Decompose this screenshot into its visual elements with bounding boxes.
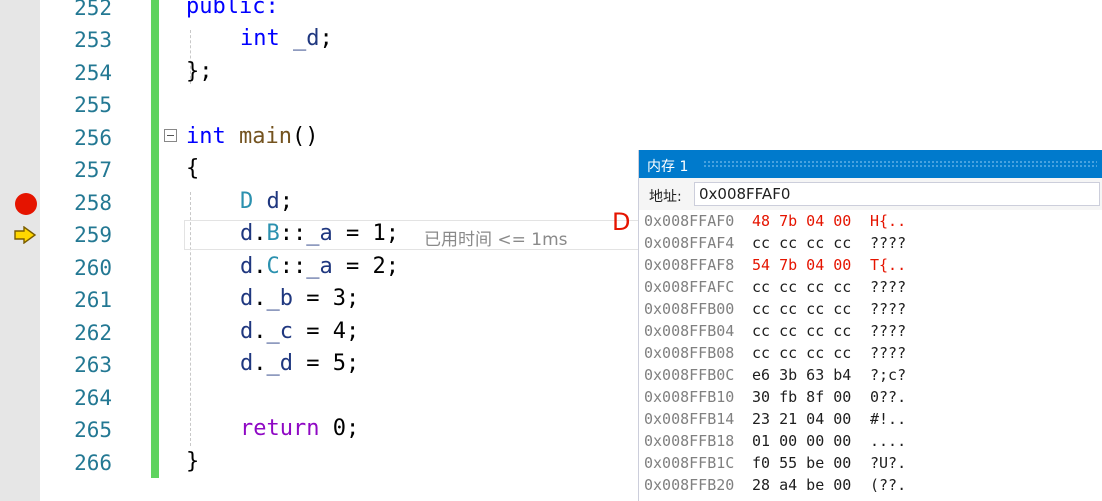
memory-chars: #!.. (870, 410, 907, 428)
line-number: 265 (74, 418, 112, 442)
memory-bytes[interactable]: cc cc cc cc (752, 322, 851, 340)
code-line: } (186, 449, 200, 474)
line-number: 263 (74, 353, 112, 377)
memory-row[interactable]: 0x008FFB0C e6 3b 63 b4 ?;c? (644, 366, 906, 388)
memory-row[interactable]: 0x008FFB18 01 00 00 00.... (644, 432, 906, 454)
memory-row[interactable]: 0x008FFB14 23 21 04 00 #!.. (644, 410, 906, 432)
line-number: 258 (74, 191, 112, 215)
current-statement-arrow-icon (14, 226, 37, 244)
address-input[interactable]: 0x008FFAF0 (694, 182, 1100, 206)
code-line: public: (186, 0, 279, 19)
memory-row[interactable]: 0x008FFAFC cc cc cc cc???? (644, 278, 906, 300)
memory-bytes[interactable]: 01 00 00 00 (752, 432, 851, 450)
collapse-toggle-icon[interactable] (164, 129, 177, 142)
change-tracking-bar (151, 0, 159, 478)
memory-address: 0x008FFB10 (644, 388, 735, 406)
breakpoint-icon[interactable] (15, 193, 37, 215)
memory-bytes[interactable]: cc cc cc cc (752, 344, 851, 362)
memory-bytes[interactable]: cc cc cc cc (752, 234, 851, 252)
memory-row[interactable]: 0x008FFB08 cc cc cc cc???? (644, 344, 906, 366)
memory-address: 0x008FFB04 (644, 322, 735, 340)
memory-row[interactable]: 0x008FFB04 cc cc cc cc???? (644, 322, 906, 344)
line-number: 262 (74, 321, 112, 345)
memory-bytes[interactable]: cc cc cc cc (752, 300, 851, 318)
memory-row[interactable]: 0x008FFB10 30 fb 8f 00 0??. (644, 388, 906, 410)
memory-chars: ???? (870, 278, 907, 296)
memory-chars: T{.. (870, 256, 907, 274)
memory-bytes[interactable]: 48 7b 04 00 (752, 212, 851, 230)
memory-row[interactable]: 0x008FFAF0 48 7b 04 00 H{.. (644, 212, 906, 234)
memory-bytes[interactable]: e6 3b 63 b4 (752, 366, 851, 384)
memory-bytes[interactable]: cc cc cc cc (752, 278, 851, 296)
line-number: 254 (74, 61, 112, 85)
code-line: int _d; (240, 26, 333, 51)
text-cursor-marker: D (612, 208, 631, 236)
line-number: 255 (74, 93, 112, 117)
memory-row[interactable]: 0x008FFB1C f0 55 be 00 ?U?. (644, 454, 906, 476)
memory-chars: H{.. (870, 212, 907, 230)
line-number: 261 (74, 288, 112, 312)
line-number: 266 (74, 451, 112, 475)
memory-address: 0x008FFB20 (644, 476, 735, 494)
line-number: 264 (74, 386, 112, 410)
memory-chars: ???? (870, 344, 907, 362)
line-number: 253 (74, 28, 112, 52)
memory-bytes[interactable]: 28 a4 be 00 (752, 476, 851, 494)
line-number: 252 (74, 0, 112, 20)
line-number: 260 (74, 256, 112, 280)
memory-address: 0x008FFB0C (644, 366, 735, 384)
line-number: 259 (74, 223, 112, 247)
memory-window[interactable]: 内存 1 地址: 0x008FFAF0 0x008FFAF0 48 7b 04 0… (638, 150, 1102, 501)
memory-address: 0x008FFB18 (644, 432, 735, 450)
code-line: d._c = 4; (240, 319, 360, 344)
code-line: return 0; (240, 416, 360, 441)
memory-address: 0x008FFB00 (644, 300, 735, 318)
memory-chars: ???? (870, 234, 907, 252)
memory-chars: 0??. (870, 388, 907, 406)
memory-row[interactable]: 0x008FFAF8 54 7b 04 00 T{.. (644, 256, 906, 278)
memory-toolbar: 地址: 0x008FFAF0 (639, 178, 1102, 210)
memory-chars: ???? (870, 322, 907, 340)
elapsed-time-hint[interactable]: 已用时间 <= 1ms (424, 225, 568, 250)
memory-address: 0x008FFAF8 (644, 256, 735, 274)
code-line: }; (186, 59, 213, 84)
code-line: d._d = 5; (240, 351, 360, 376)
memory-address: 0x008FFB1C (644, 454, 735, 472)
memory-address: 0x008FFB14 (644, 410, 735, 428)
memory-window-titlebar[interactable]: 内存 1 (639, 150, 1102, 178)
memory-row[interactable]: 0x008FFB00 cc cc cc cc???? (644, 300, 906, 322)
address-label: 地址: (649, 189, 682, 205)
keyword: public: (186, 0, 279, 19)
memory-bytes[interactable]: f0 55 be 00 (752, 454, 851, 472)
memory-window-title: 内存 1 (647, 159, 689, 175)
code-line: int main() (186, 124, 319, 149)
memory-chars: ?;c? (870, 366, 907, 384)
memory-address: 0x008FFB08 (644, 344, 735, 362)
memory-bytes[interactable]: 23 21 04 00 (752, 410, 851, 428)
code-line: { (186, 156, 200, 181)
memory-row[interactable]: 0x008FFAF4 cc cc cc cc???? (644, 234, 906, 256)
glyph-margin[interactable] (0, 0, 40, 501)
titlebar-grip[interactable] (703, 160, 1097, 168)
code-line: d.C::_a = 2; (240, 254, 399, 279)
code-line: d.B::_a = 1; (240, 221, 399, 246)
code-line: d._b = 3; (240, 286, 360, 311)
memory-chars: .... (870, 432, 907, 450)
line-number: 257 (74, 158, 112, 182)
memory-address: 0x008FFAFC (644, 278, 735, 296)
memory-address: 0x008FFAF4 (644, 234, 735, 252)
memory-chars: (??. (870, 476, 907, 494)
memory-chars: ???? (870, 300, 907, 318)
memory-address: 0x008FFAF0 (644, 212, 735, 230)
code-line: D d; (240, 189, 293, 214)
memory-bytes[interactable]: 54 7b 04 00 (752, 256, 851, 274)
memory-bytes[interactable]: 30 fb 8f 00 (752, 388, 851, 406)
memory-chars: ?U?. (870, 454, 907, 472)
line-number: 256 (74, 126, 112, 150)
memory-row[interactable]: 0x008FFB20 28 a4 be 00 (??. (644, 476, 906, 498)
